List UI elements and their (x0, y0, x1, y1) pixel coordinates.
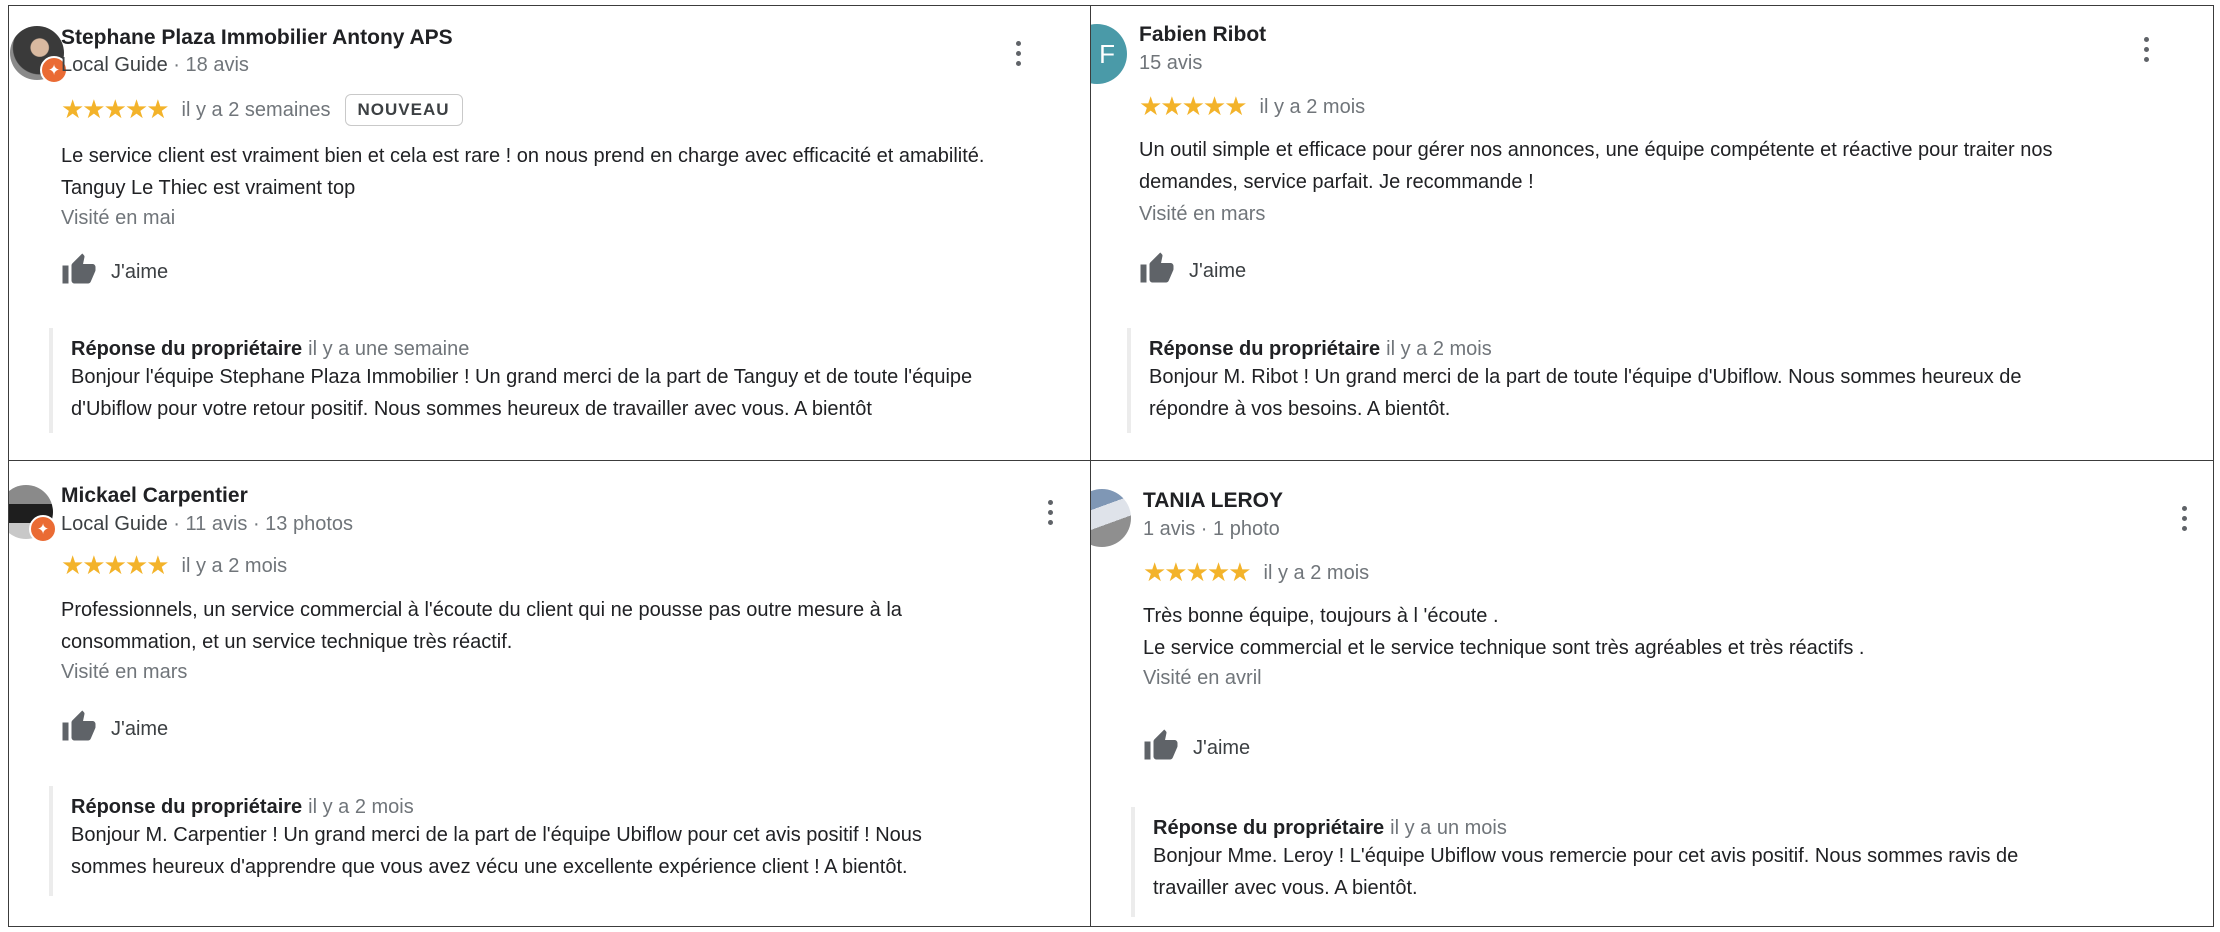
like-button[interactable]: J'aime (61, 252, 168, 293)
more-vert-icon[interactable] (2179, 505, 2189, 535)
star-rating: ★★★★★ (1139, 92, 1248, 122)
review-card: F Fabien Ribot 15 avis ★★★★★ il y a 2 mo… (1090, 5, 2214, 462)
reply-text: Bonjour M. Carpentier ! Un grand merci d… (71, 824, 922, 878)
author-meta: Local Guide · 11 avis · 13 photos (61, 513, 353, 536)
review-counts: · 18 avis (167, 54, 249, 76)
like-button[interactable]: J'aime (1143, 728, 1250, 769)
author-name[interactable]: Fabien Ribot (1139, 23, 1266, 47)
review-time: il y a 2 mois (1263, 561, 1370, 584)
like-label: J'aime (111, 718, 169, 740)
reply-header: Réponse du propriétaire il y a un mois (1153, 817, 2201, 840)
avatar[interactable]: ✦ (9, 485, 57, 543)
visited-date: Visité en avril (1143, 667, 1262, 689)
reply-header: Réponse du propriétaire il y a 2 mois (1149, 338, 2197, 361)
reply-header: Réponse du propriétaire il y a une semain… (71, 338, 1079, 361)
avatar[interactable]: ✦ (10, 26, 68, 84)
visited-date: Visité en mars (61, 661, 188, 683)
more-vert-icon[interactable] (1013, 40, 1023, 70)
owner-reply: Réponse du propriétaire il y a un mois Bo… (1131, 807, 2201, 917)
reply-owner-label: Réponse du propriétaire (71, 338, 303, 360)
rating-row: ★★★★★ il y a 2 mois (61, 551, 287, 581)
like-label: J'aime (1193, 737, 1251, 759)
avatar[interactable]: F (1091, 24, 1127, 84)
star-rating: ★★★★★ (1143, 558, 1252, 588)
review-time: il y a 2 mois (181, 554, 288, 577)
review-text: Un outil simple et efficace pour gérer n… (1139, 139, 2053, 193)
like-label: J'aime (111, 261, 169, 283)
review-card: ✦ Stephane Plaza Immobilier Antony APS L… (8, 5, 1092, 462)
reply-header: Réponse du propriétaire il y a 2 mois (71, 796, 1079, 819)
local-guide-label: Local Guide (61, 513, 168, 535)
reply-time: il y a 2 mois (308, 796, 414, 818)
review-text: Professionnels, un service commercial à … (61, 599, 902, 653)
like-button[interactable]: J'aime (61, 709, 168, 750)
more-vert-icon[interactable] (1045, 499, 1055, 529)
avatar-letter: F (1091, 24, 1127, 84)
star-rating: ★★★★★ (61, 95, 170, 125)
review-counts: 1 avis · 1 photo (1143, 518, 1280, 540)
owner-reply: Réponse du propriétaire il y a 2 mois Bon… (49, 786, 1079, 896)
reply-time: il y a un mois (1390, 817, 1507, 839)
rating-row: ★★★★★ il y a 2 mois (1143, 558, 1369, 588)
rating-row: ★★★★★ il y a 2 semaines NOUVEAU (61, 94, 463, 126)
reply-text: Bonjour l'équipe Stephane Plaza Immobili… (71, 366, 973, 420)
like-label: J'aime (1189, 260, 1247, 282)
like-button[interactable]: J'aime (1139, 251, 1246, 292)
reply-owner-label: Réponse du propriétaire (1153, 817, 1385, 839)
local-guide-badge-icon: ✦ (29, 515, 57, 543)
thumb-up-icon (1143, 728, 1179, 769)
reply-owner-label: Réponse du propriétaire (1149, 338, 1381, 360)
visited-date: Visité en mai (61, 207, 176, 229)
review-text: Très bonne équipe, toujours à l 'écoute … (1143, 605, 1865, 659)
review-counts: 15 avis (1139, 52, 1203, 74)
rating-row: ★★★★★ il y a 2 mois (1139, 92, 1365, 122)
reply-text: Bonjour Mme. Leroy ! L'équipe Ubiflow vo… (1153, 845, 2019, 899)
reply-owner-label: Réponse du propriétaire (71, 796, 303, 818)
star-rating: ★★★★★ (61, 551, 170, 581)
review-time: il y a 2 mois (1259, 95, 1366, 118)
visited-date: Visité en mars (1139, 203, 1266, 225)
thumb-up-icon (1139, 251, 1175, 292)
reply-time: il y a 2 mois (1386, 338, 1492, 360)
owner-reply: Réponse du propriétaire il y a 2 mois Bon… (1127, 328, 2197, 433)
review-counts: · 11 avis · 13 photos (167, 513, 354, 535)
review-time: il y a 2 semaines (181, 98, 331, 121)
author-name[interactable]: Stephane Plaza Immobilier Antony APS (61, 26, 453, 50)
review-card: ✦ Mickael Carpentier Local Guide · 11 av… (8, 460, 1092, 927)
author-meta: Local Guide · 18 avis (61, 54, 249, 77)
reply-time: il y a une semaine (308, 338, 470, 360)
author-name[interactable]: TANIA LEROY (1143, 489, 1283, 513)
thumb-up-icon (61, 252, 97, 293)
author-name[interactable]: Mickael Carpentier (61, 484, 248, 508)
local-guide-label: Local Guide (61, 54, 168, 76)
more-vert-icon[interactable] (2141, 36, 2151, 66)
owner-reply: Réponse du propriétaire il y a une semain… (49, 328, 1079, 433)
new-badge: NOUVEAU (344, 94, 463, 126)
review-card: TANIA LEROY 1 avis · 1 photo ★★★★★ il y … (1090, 460, 2214, 927)
review-text: Le service client est vraiment bien et c… (61, 145, 985, 199)
reply-text: Bonjour M. Ribot ! Un grand merci de la … (1149, 366, 2022, 420)
thumb-up-icon (61, 709, 97, 750)
avatar[interactable] (1091, 489, 1131, 547)
